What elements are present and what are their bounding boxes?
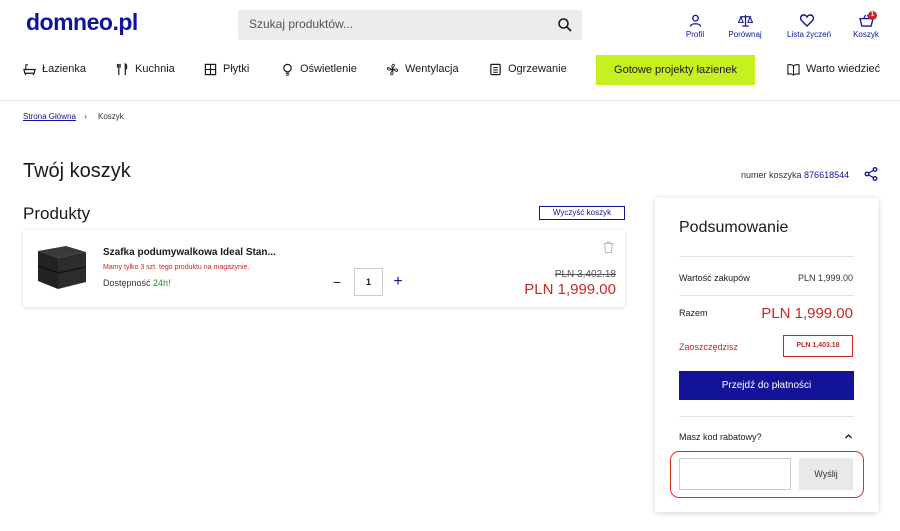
nav-label: Ogrzewanie [508,63,567,75]
wishlist-link[interactable]: Lista życzeń [787,14,832,39]
nav-item-knowledge[interactable]: Warto wiedzieć [787,62,880,76]
nav-item-heating[interactable]: Ogrzewanie [489,62,567,76]
promo-bathroom-projects-button[interactable]: Gotowe projekty łazienek [596,55,755,85]
book-icon [787,63,800,76]
cart-link[interactable]: Koszyk [846,14,886,39]
share-icon[interactable] [864,167,878,181]
header-divider [0,100,900,101]
quantity-increase-button[interactable]: + [391,273,405,291]
summary-divider [679,295,854,296]
nav-item-bathroom[interactable]: Łazienka [23,62,86,76]
search-icon[interactable] [557,17,573,33]
purchase-value-label: Wartość zakupów [679,273,750,283]
compare-link[interactable]: Porównaj [725,14,765,39]
wishlist-label: Lista życzeń [787,30,832,39]
heart-icon [800,14,814,27]
cutlery-icon [116,62,128,75]
nav-item-tiles[interactable]: Płytki [204,62,249,76]
savings-label: Zaoszczędzisz [679,342,739,352]
purchase-value: PLN 1,999.00 [797,273,853,283]
scale-icon [737,14,753,27]
product-name-link[interactable]: Szafka podumywalkowa Ideal Stan... [103,247,276,258]
availability: Dostępność 24h! [103,278,171,288]
page-title: Twój koszyk [23,160,131,182]
summary-title: Podsumowanie [679,219,789,236]
products-heading: Produkty [23,204,91,223]
cart-count-badge: 1 [868,11,877,20]
nav-label: Wentylacja [405,63,459,75]
bathtub-icon [23,63,36,75]
stock-warning: Mamy tylko 3 szt. tego produktu na magaz… [103,264,250,271]
chevron-up-icon[interactable] [844,432,853,441]
availability-label: Dostępność [103,278,151,288]
search-input[interactable]: Szukaj produktów... [249,17,353,31]
breadcrumb-current: Koszyk [98,112,124,121]
clear-cart-button[interactable]: Wyczyść koszyk [539,206,625,220]
product-image[interactable] [34,243,88,291]
nav-label: Warto wiedzieć [806,63,881,75]
breadcrumb-home[interactable]: Strona Główna [23,112,76,121]
bulb-icon [283,63,292,76]
nav-label: Oświetlenie [300,63,357,75]
current-price: PLN 1,999.00 [524,281,616,298]
radiator-icon [490,63,501,75]
nav-label: Kuchnia [135,63,175,75]
trash-icon[interactable] [603,241,614,253]
summary-divider [679,416,854,417]
nav-item-ventilation[interactable]: Wentylacja [386,62,459,76]
profile-label: Profil [685,30,705,39]
quantity-decrease-button[interactable]: − [330,274,344,290]
discount-submit-button[interactable]: Wyślij [799,458,853,490]
savings-value: PLN 1,403.18 [783,335,853,357]
nav-item-lighting[interactable]: Oświetlenie [281,62,357,76]
basket-number-label: numer koszyka [741,170,802,180]
quantity-input[interactable]: 1 [354,268,383,296]
cart-label: Koszyk [853,30,879,39]
discount-code-toggle[interactable]: Masz kod rabatowy? [679,432,762,442]
discount-code-input[interactable] [679,458,791,490]
nav-label: Płytki [223,63,250,75]
tiles-icon [204,63,217,75]
basket-number: numer koszyka 876618544 [741,170,849,180]
availability-value: 24h! [153,278,171,288]
nav-item-kitchen[interactable]: Kuchnia [116,62,175,76]
site-logo[interactable]: domneo.pl [26,9,138,36]
profile-link[interactable]: Profil [675,14,715,39]
summary-divider [679,256,854,257]
total-label: Razem [679,308,708,318]
basket-number-value: 876618544 [804,170,850,180]
user-icon [689,14,701,27]
old-price: PLN 3,402.18 [554,269,616,280]
breadcrumb-chevron-icon: › [84,111,87,121]
fan-icon [386,63,399,75]
nav-label: Łazienka [42,63,87,75]
checkout-button[interactable]: Przejdź do płatności [679,371,854,400]
compare-label: Porównaj [728,30,762,39]
total-value: PLN 1,999.00 [761,305,853,322]
